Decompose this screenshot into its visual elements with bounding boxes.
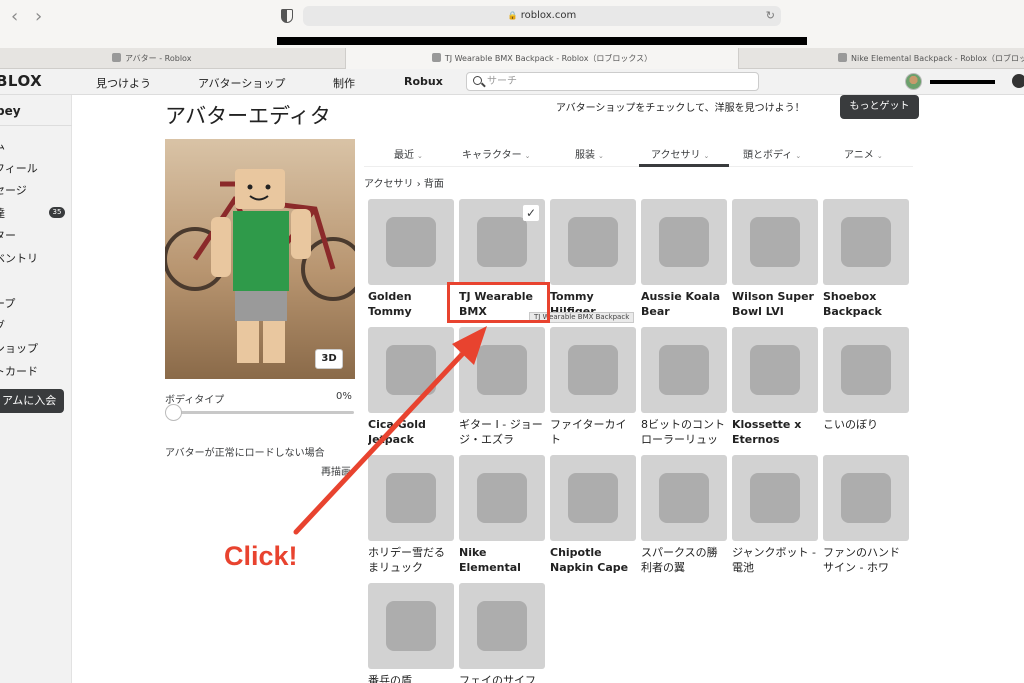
screenshot-root: ‹ › 🔒 roblox.com ↻ アバター - Roblox TJ Weara…	[0, 0, 1024, 683]
click-annotation: Click!	[224, 541, 298, 571]
click-arrow-icon	[293, 326, 487, 535]
